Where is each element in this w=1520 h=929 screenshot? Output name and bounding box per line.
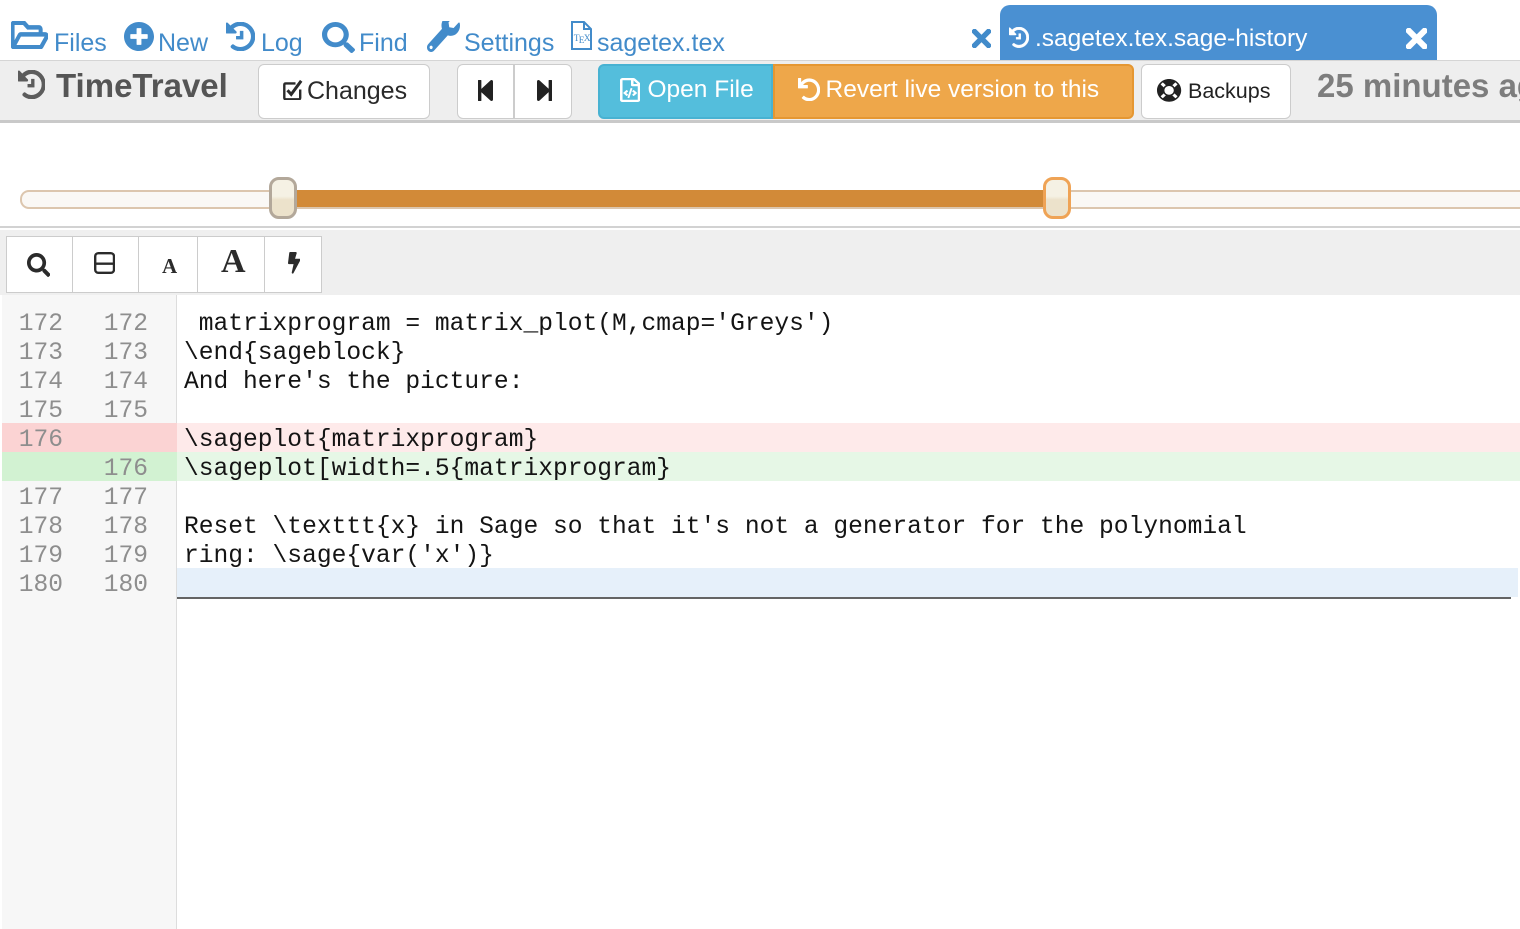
svg-text:TEX: TEX — [574, 34, 591, 46]
